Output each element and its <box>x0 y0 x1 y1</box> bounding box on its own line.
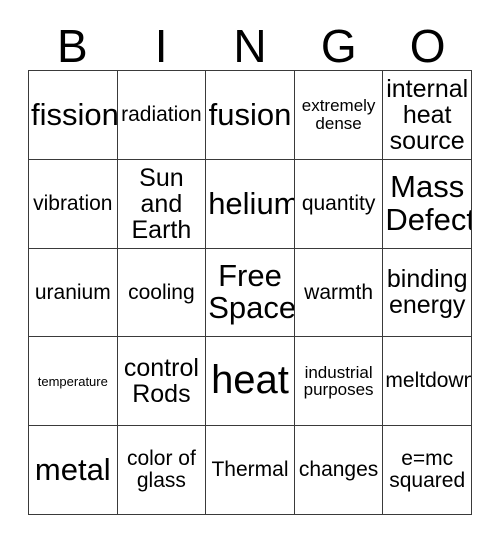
header-letter-i: I <box>154 20 168 72</box>
header-letter-b: B <box>57 20 88 72</box>
bingo-cell-label: fission <box>31 96 118 132</box>
bingo-cell[interactable]: metal <box>29 426 118 515</box>
bingo-cell[interactable]: helium <box>206 159 295 249</box>
bingo-cell-label: changes <box>298 458 379 482</box>
bingo-cell-label: color of glass <box>126 447 196 493</box>
bingo-cell[interactable]: extremely dense <box>294 71 384 160</box>
bingo-cell[interactable]: Mass Defect <box>383 159 472 249</box>
header-letter-n: N <box>233 20 267 72</box>
bingo-cell[interactable]: internal heat source <box>383 71 472 160</box>
bingo-cell[interactable]: fusion <box>206 71 295 160</box>
bingo-cell-label: vibration <box>33 191 113 215</box>
bingo-cell-label: radiation <box>121 102 202 126</box>
bingo-cell[interactable]: control Rods <box>117 337 207 427</box>
bingo-grid: fission radiation fusion extremely dense… <box>28 70 472 515</box>
bingo-cell-label: cooling <box>128 280 195 304</box>
bingo-cell[interactable]: vibration <box>29 159 118 249</box>
bingo-cell[interactable]: color of glass <box>117 426 207 515</box>
bingo-cell[interactable]: industrial purposes <box>294 337 384 427</box>
bingo-cell[interactable]: binding energy <box>383 248 472 338</box>
bingo-cell[interactable]: quantity <box>294 159 384 249</box>
bingo-cell[interactable]: cooling <box>117 248 207 338</box>
header-letter-o: O <box>409 20 446 72</box>
bingo-cell-label: industrial purposes <box>303 362 374 400</box>
bingo-cell-label: temperature <box>37 373 108 389</box>
bingo-cell[interactable]: meltdown <box>383 337 472 427</box>
bingo-cell-label: heat <box>211 358 289 403</box>
bingo-cell[interactable]: Thermal <box>206 426 295 515</box>
bingo-cell-label: Mass Defect <box>385 169 472 237</box>
bingo-cell[interactable]: changes <box>294 426 384 515</box>
bingo-cell-label: uranium <box>34 280 111 304</box>
bingo-cell-label: quantity <box>301 191 376 215</box>
bingo-header-row: B I N G O <box>28 14 472 70</box>
bingo-cell-label: Sun and Earth <box>131 163 192 244</box>
bingo-cell[interactable]: e=mc squared <box>383 426 472 515</box>
bingo-cell-label: meltdown <box>385 369 472 393</box>
bingo-card: B I N G O fission radiation fusion extre… <box>0 0 500 544</box>
bingo-cell[interactable]: Free Space <box>206 248 295 338</box>
bingo-cell-label: Thermal <box>211 458 289 482</box>
bingo-cell[interactable]: uranium <box>29 248 118 338</box>
bingo-cell[interactable]: fission <box>29 71 118 160</box>
bingo-cell-label: control Rods <box>123 354 199 409</box>
bingo-cell[interactable]: radiation <box>117 71 207 160</box>
bingo-cell-label: warmth <box>304 280 374 304</box>
bingo-cell-label: metal <box>34 451 111 487</box>
bingo-cell-label: Free Space <box>208 258 295 326</box>
bingo-cell[interactable]: warmth <box>294 248 384 338</box>
header-letter-g: G <box>320 20 357 72</box>
bingo-cell-label: internal heat source <box>386 74 469 155</box>
bingo-cell-label: binding energy <box>386 265 468 320</box>
bingo-cell[interactable]: temperature <box>29 337 118 427</box>
bingo-cell-label: helium <box>208 185 295 221</box>
bingo-cell-label: extremely dense <box>301 96 376 133</box>
bingo-cell[interactable]: heat <box>206 337 295 427</box>
bingo-cell-label: fusion <box>208 96 292 132</box>
bingo-cell[interactable]: Sun and Earth <box>117 159 207 249</box>
bingo-cell-label: e=mc squared <box>389 447 466 493</box>
